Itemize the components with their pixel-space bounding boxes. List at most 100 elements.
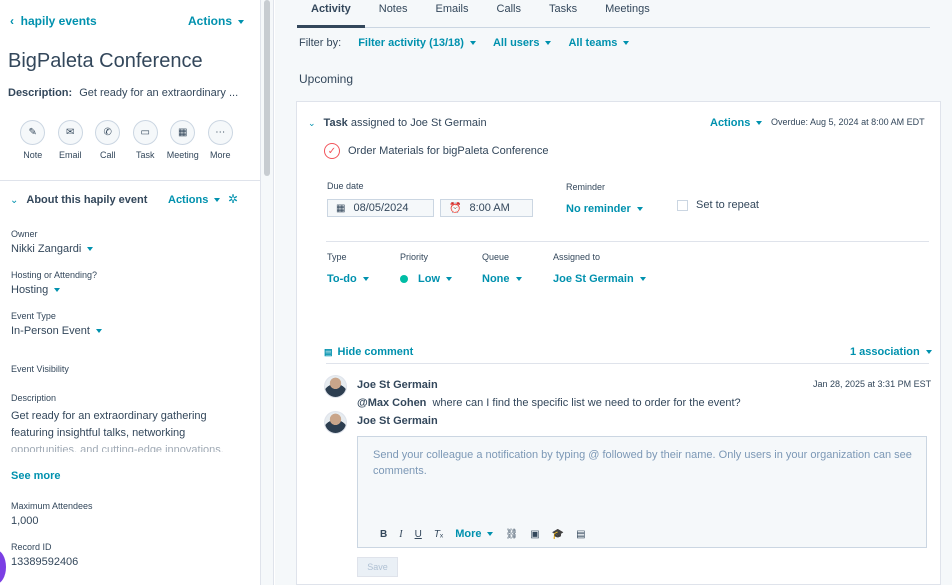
tab-activity[interactable]: Activity	[297, 0, 365, 28]
help-widget-button[interactable]	[0, 550, 6, 584]
back-link-label: hapily events	[20, 14, 97, 28]
chevron-down-icon: ⌄	[308, 118, 316, 128]
email-button[interactable]: ✉ Email	[52, 120, 90, 160]
task-assigned-text: assigned to Joe St Germain	[350, 117, 487, 129]
knowledge-icon[interactable]: 🎓	[552, 529, 564, 540]
record-id-label: Record ID	[11, 542, 52, 552]
filter-activity-label: Filter activity (13/18)	[358, 37, 464, 49]
image-icon[interactable]: ▣	[530, 529, 539, 540]
due-time-input[interactable]: ⏰ 8:00 AM	[440, 199, 533, 217]
task-button[interactable]: ▭ Task	[127, 120, 165, 160]
call-button[interactable]: ✆ Call	[89, 120, 127, 160]
task-title-row: ✓ Order Materials for bigPaleta Conferen…	[324, 143, 549, 159]
meeting-button[interactable]: ▦ Meeting	[164, 120, 202, 160]
max-attendees-label: Maximum Attendees	[11, 501, 93, 511]
comment-mention[interactable]: @Max Cohen	[357, 397, 426, 409]
more-button[interactable]: ⋯ More	[202, 120, 240, 160]
tab-calls[interactable]: Calls	[483, 0, 535, 28]
task-actions-label: Actions	[710, 117, 751, 129]
all-teams-dropdown[interactable]: All teams	[568, 37, 630, 49]
task-title[interactable]: Order Materials for bigPaleta Conference	[348, 145, 549, 157]
assigned-to-label: Assigned to	[553, 252, 601, 262]
note-button[interactable]: ✎ Note	[14, 120, 52, 160]
meeting-label: Meeting	[166, 150, 199, 160]
hosting-value: Hosting	[11, 284, 49, 296]
activity-tabs: Activity Notes Emails Calls Tasks Meetin…	[297, 0, 930, 28]
about-actions-label: Actions	[168, 194, 209, 206]
tab-emails[interactable]: Emails	[422, 0, 483, 28]
email-icon: ✉	[57, 120, 83, 145]
assigned-to-dropdown[interactable]: Joe St Germain	[553, 273, 646, 285]
task-actions-dropdown[interactable]: Actions	[710, 117, 763, 129]
task-card-toggle[interactable]: ⌄ Task assigned to Joe St Germain	[308, 117, 487, 129]
set-to-repeat-checkbox[interactable]: Set to repeat	[677, 199, 759, 211]
back-link[interactable]: ‹ hapily events	[10, 14, 97, 28]
underline-icon[interactable]: U	[415, 529, 422, 540]
description-value[interactable]: Get ready for an extraordinary gathering…	[11, 408, 243, 452]
type-dropdown[interactable]: To-do	[327, 273, 369, 285]
see-more-link[interactable]: See more	[11, 470, 61, 482]
associations-dropdown[interactable]: 1 association	[850, 346, 932, 358]
priority-label: Priority	[400, 252, 429, 262]
calendar-icon: ▦	[336, 202, 346, 214]
task-label: Task	[135, 150, 155, 160]
note-icon: ✎	[20, 120, 46, 145]
overdue-text: Overdue: Aug 5, 2024 at 8:00 AM EDT	[771, 117, 925, 127]
chevron-down-icon	[362, 277, 369, 282]
call-icon: ✆	[95, 120, 121, 145]
tab-meetings[interactable]: Meetings	[591, 0, 664, 28]
task-icon: ▭	[132, 120, 158, 145]
about-actions-dropdown[interactable]: Actions	[168, 194, 221, 206]
event-type-dropdown[interactable]: In-Person Event	[11, 325, 102, 337]
more-label: More	[209, 150, 231, 160]
record-id-value: 13389592406	[11, 556, 79, 568]
description-line: Get ready for an extraordinary gathering	[11, 410, 207, 422]
save-button[interactable]: Save	[357, 557, 398, 577]
scrollbar-thumb[interactable]	[264, 0, 270, 176]
max-attendees-value[interactable]: 1,000	[11, 515, 93, 527]
email-label: Email	[58, 150, 82, 160]
more-formatting-dropdown[interactable]: More	[455, 528, 494, 540]
italic-icon[interactable]: I	[399, 529, 402, 540]
description-field: Description	[11, 393, 56, 407]
record-actions-dropdown[interactable]: Actions	[188, 14, 245, 28]
owner-dropdown[interactable]: Nikki Zangardi	[11, 243, 94, 255]
bold-icon[interactable]: B	[380, 529, 387, 540]
all-teams-label: All teams	[568, 37, 618, 49]
about-section-title: About this hapily event	[26, 194, 148, 206]
event-visibility-field[interactable]: Event Visibility	[11, 364, 69, 378]
all-users-dropdown[interactable]: All users	[493, 37, 552, 49]
due-date-input[interactable]: ▦ 08/05/2024	[327, 199, 434, 217]
chevron-down-icon	[623, 41, 630, 46]
link-icon[interactable]: ⛓	[505, 529, 518, 540]
snippet-icon[interactable]: ▤	[576, 529, 585, 540]
event-type-label: Event Type	[11, 311, 56, 321]
tab-tasks[interactable]: Tasks	[535, 0, 591, 28]
description-label: Description:	[8, 87, 73, 99]
sidebar-divider	[0, 180, 260, 181]
hide-comment-button[interactable]: ▤ Hide comment	[324, 346, 413, 358]
priority-dropdown[interactable]: Low	[400, 273, 452, 285]
hosting-dropdown[interactable]: Hosting	[11, 284, 97, 296]
chevron-down-icon	[487, 532, 494, 537]
filter-bar: Filter by: Filter activity (13/18) All u…	[299, 37, 630, 49]
reply-author: Joe St Germain	[357, 415, 438, 427]
owner-field: Owner Nikki Zangardi	[11, 229, 94, 255]
due-date-value: 08/05/2024	[353, 202, 409, 214]
checkbox-box	[677, 199, 688, 211]
avatar	[324, 375, 347, 398]
complete-task-checkbox[interactable]: ✓	[324, 143, 340, 159]
filter-activity-dropdown[interactable]: Filter activity (13/18)	[358, 37, 476, 49]
type-value: To-do	[327, 273, 357, 285]
reminder-label: Reminder	[566, 182, 606, 192]
priority-dot-icon	[400, 275, 408, 284]
queue-label: Queue	[482, 252, 510, 262]
gear-icon[interactable]: ✲	[228, 192, 238, 206]
reminder-dropdown[interactable]: No reminder	[566, 203, 643, 215]
clear-format-icon[interactable]: Tₓ	[434, 529, 443, 540]
sidebar-scrollbar[interactable]	[260, 0, 274, 585]
comment-editor[interactable]: Send your colleague a notification by ty…	[357, 436, 927, 548]
tab-notes[interactable]: Notes	[365, 0, 422, 28]
task-type-word: Task	[323, 117, 348, 129]
queue-dropdown[interactable]: None	[482, 273, 522, 285]
